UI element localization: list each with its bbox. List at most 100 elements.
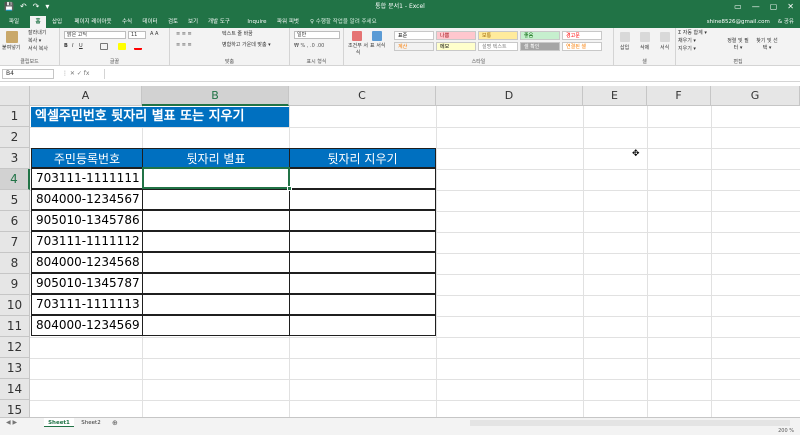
cell-a10[interactable]: 703111-1111113 [31, 294, 143, 315]
number-format-icons[interactable]: ₩ % , .0 .00 [294, 43, 324, 50]
cell-style-item[interactable]: 메모 [436, 42, 476, 51]
row-header-11[interactable]: 11 [0, 316, 30, 337]
column-header-b[interactable]: B [142, 86, 289, 106]
row-header-12[interactable]: 12 [0, 337, 30, 358]
cell-c8[interactable] [289, 252, 436, 273]
cell-b7[interactable] [142, 231, 290, 252]
tab-review[interactable]: 검토 [166, 16, 180, 28]
fill-button[interactable]: 채우기 ▾ [678, 38, 696, 45]
tab-file[interactable]: 파일 [4, 16, 24, 28]
tab-developer[interactable]: 개발 도구 [204, 16, 234, 28]
tab-home[interactable]: 홈 [30, 16, 46, 28]
cell-style-item[interactable]: 나쁨 [436, 31, 476, 40]
close-icon[interactable]: ✕ [787, 0, 794, 14]
align-horizontal-icons[interactable]: ≡ ≡ ≡ [176, 42, 192, 49]
formula-input[interactable] [104, 69, 796, 79]
tab-view[interactable]: 보기 [186, 16, 200, 28]
account-email[interactable]: shine8526@gmail.com [707, 16, 770, 28]
paste-button[interactable]: 붙여넣기 [2, 45, 20, 52]
cell-style-item[interactable]: 표준 [394, 31, 434, 40]
font-size-select[interactable]: 11 [128, 31, 146, 39]
align-top-icons[interactable]: ≡ ≡ ≡ [176, 31, 192, 38]
insert-cells-button[interactable]: 삽입 [620, 45, 629, 52]
delete-cells-icon[interactable] [640, 32, 650, 42]
bold-icon[interactable]: B [64, 43, 68, 50]
cell-a4[interactable]: 703111-1111111 [31, 168, 143, 189]
tab-power-pivot[interactable]: 파워 피벗 [274, 16, 302, 28]
cell-style-item[interactable]: 계산 [394, 42, 434, 51]
worksheet-grid[interactable]: ABCDEFG 1 2 3 4 5 6 7 8 9 10 11 12 13 14 15 엑셀주민번호 뒷자리… [0, 86, 800, 417]
tab-insert[interactable]: 삽입 [50, 16, 64, 28]
row-header-2[interactable]: 2 [0, 127, 30, 148]
row-header-9[interactable]: 9 [0, 274, 30, 295]
cell-a11[interactable]: 804000-1234569 [31, 315, 143, 336]
cell-c7[interactable] [289, 231, 436, 252]
share-button[interactable]: & 공유 [778, 16, 794, 28]
find-select-button[interactable]: 찾기 및 선택 ▾ [754, 38, 780, 52]
autosum-button[interactable]: Σ 자동 합계 ▾ [678, 30, 707, 37]
row-header-7[interactable]: 7 [0, 232, 30, 253]
row-header-8[interactable]: 8 [0, 253, 30, 274]
format-cells-button[interactable]: 서식 [660, 45, 669, 52]
cell-style-item[interactable]: 셀 확인 [520, 42, 560, 51]
cell-a8[interactable]: 804000-1234568 [31, 252, 143, 273]
cut-button[interactable]: 잘라내기 [28, 30, 46, 37]
maximize-icon[interactable]: ▢ [770, 0, 778, 14]
horizontal-scrollbar[interactable] [470, 420, 790, 426]
cell-b9[interactable] [142, 273, 290, 294]
cell-a5[interactable]: 804000-1234567 [31, 189, 143, 210]
name-box[interactable]: B4 [2, 69, 54, 79]
cell-b8[interactable] [142, 252, 290, 273]
column-header-c[interactable]: C [289, 86, 436, 106]
wrap-text-button[interactable]: 텍스트 줄 바꿈 [222, 31, 253, 38]
cell-style-item[interactable]: 좋음 [520, 31, 560, 40]
cell-a9[interactable]: 905010-1345787 [31, 273, 143, 294]
cell-a7[interactable]: 703111-1111112 [31, 231, 143, 252]
cell-c4[interactable] [289, 168, 436, 189]
minimize-icon[interactable]: — [752, 0, 760, 14]
format-cells-icon[interactable] [660, 32, 670, 42]
font-name-select[interactable]: 맑은 고딕 [64, 31, 126, 39]
clear-button[interactable]: 지우기 ▾ [678, 46, 696, 53]
row-header-14[interactable]: 14 [0, 379, 30, 400]
paste-icon[interactable] [6, 31, 18, 43]
column-header-e[interactable]: E [583, 86, 647, 106]
tab-page-layout[interactable]: 페이지 레이아웃 [70, 16, 116, 28]
cell-style-item[interactable]: 연결된 셀 [562, 42, 602, 51]
fill-color-icon[interactable] [118, 43, 126, 50]
tab-inquire[interactable]: Inquire [246, 16, 268, 28]
row-header-4[interactable]: 4 [0, 169, 30, 190]
cell-c9[interactable] [289, 273, 436, 294]
select-all-corner[interactable] [0, 86, 30, 106]
cell-style-item[interactable]: 보통 [478, 31, 518, 40]
insert-cells-icon[interactable] [620, 32, 630, 42]
row-header-10[interactable]: 10 [0, 295, 30, 316]
row-header-13[interactable]: 13 [0, 358, 30, 379]
row-header-15[interactable]: 15 [0, 400, 30, 417]
conditional-format-button[interactable]: 조건부 서식 [348, 43, 368, 57]
tell-me-search[interactable]: ♀ 수행할 작업을 알려 주세요 [310, 16, 377, 28]
cell-c6[interactable] [289, 210, 436, 231]
conditional-format-icon[interactable] [352, 31, 362, 41]
number-format-select[interactable]: 일반 [294, 31, 340, 39]
cell-c10[interactable] [289, 294, 436, 315]
underline-icon[interactable]: U [79, 43, 83, 50]
border-icon[interactable] [100, 43, 108, 50]
column-header-d[interactable]: D [436, 86, 583, 106]
cell-style-item[interactable]: 경고문 [562, 31, 602, 40]
format-as-table-icon[interactable] [372, 31, 382, 41]
italic-icon[interactable]: I [72, 43, 73, 50]
cell-b10[interactable] [142, 294, 290, 315]
header-cell-c3[interactable]: 뒷자리 지우기 [289, 148, 436, 168]
formula-bar-icons[interactable]: ⋮ ✕ ✓ fx [62, 69, 89, 79]
delete-cells-button[interactable]: 삭제 [640, 45, 649, 52]
cell-c11[interactable] [289, 315, 436, 336]
title-banner[interactable]: 엑셀주민번호 뒷자리 별표 또는 지우기 [31, 107, 289, 127]
format-as-table-button[interactable]: 표 서식 [370, 43, 385, 50]
column-header-a[interactable]: A [30, 86, 142, 106]
row-header-6[interactable]: 6 [0, 211, 30, 232]
tab-data[interactable]: 데이터 [140, 16, 160, 28]
cell-b11[interactable] [142, 315, 290, 336]
zoom-level[interactable]: 200 % [778, 427, 794, 435]
tab-formulas[interactable]: 수식 [120, 16, 134, 28]
